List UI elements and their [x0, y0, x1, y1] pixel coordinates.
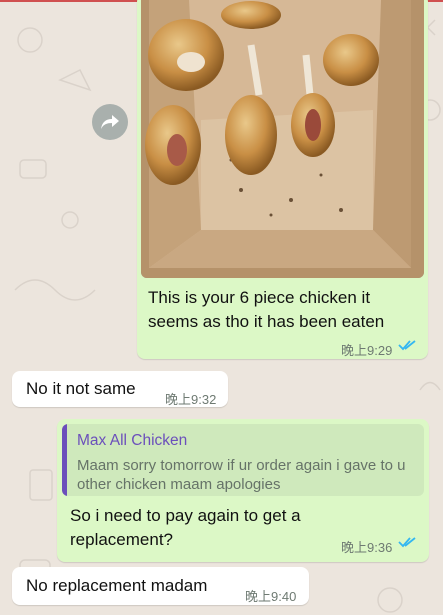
message-text: No replacement madam [26, 576, 208, 595]
quoted-message[interactable]: Max All Chicken Maam sorry tomorrow if u… [62, 424, 424, 496]
message-time: 晚上9:40 [245, 589, 297, 604]
message-time: 晚上9:29 [341, 343, 393, 358]
double-check-icon [398, 338, 416, 354]
quote-text: Maam sorry tomorrow if ur order again i … [77, 457, 406, 493]
quote-accent-bar [62, 424, 67, 496]
quote-author: Max All Chicken [77, 432, 188, 449]
forward-arrow-icon [100, 113, 120, 136]
message-text: This is your 6 piece chicken it seems as… [148, 288, 385, 331]
forward-button[interactable] [92, 104, 128, 140]
message-time: 晚上9:36 [341, 540, 393, 555]
message-text: So i need to pay again to get a replacem… [70, 506, 301, 549]
chicken-box-photo[interactable] [141, 0, 424, 278]
message-time: 晚上9:32 [165, 392, 217, 407]
double-check-icon [398, 535, 416, 551]
message-text: No it not same [26, 379, 136, 398]
